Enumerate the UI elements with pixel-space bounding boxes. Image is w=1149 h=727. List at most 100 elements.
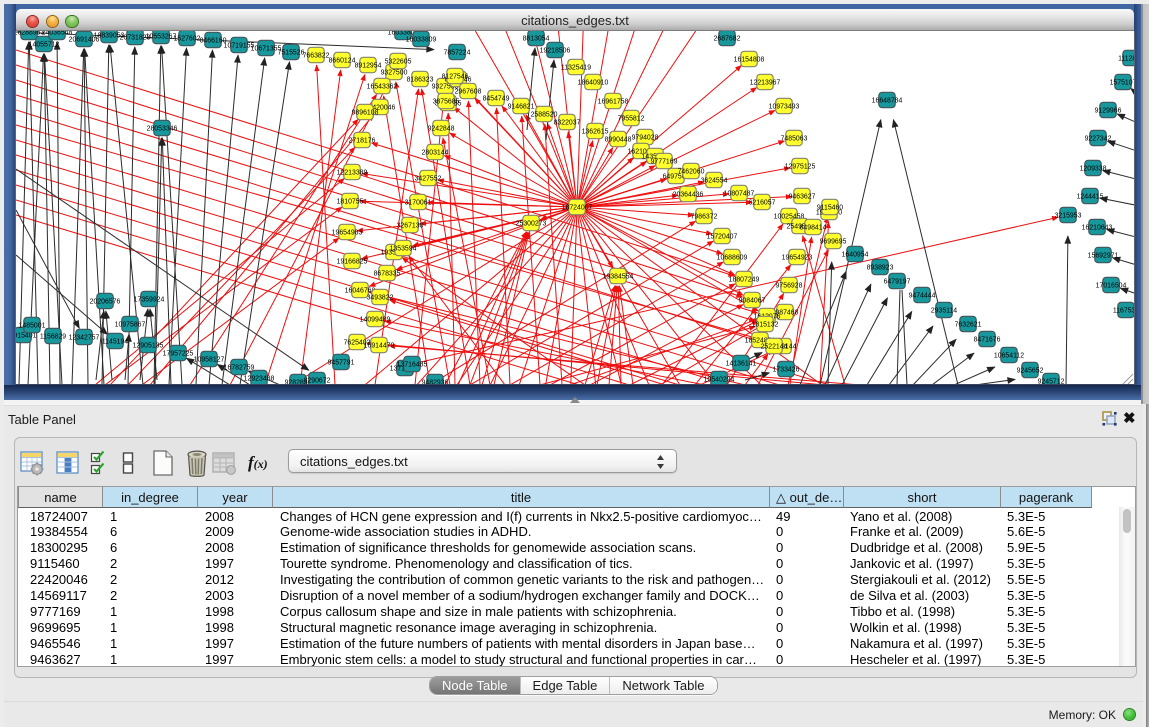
svg-text:17016504: 17016504 [1096, 283, 1127, 290]
svg-text:8938923: 8938923 [867, 265, 894, 272]
svg-text:10540294: 10540294 [704, 377, 735, 384]
svg-text:9463627: 9463627 [789, 194, 816, 201]
svg-text:1244415: 1244415 [1077, 194, 1104, 201]
svg-text:18640910: 18640910 [578, 80, 609, 87]
svg-text:1575107: 1575107 [1110, 80, 1134, 87]
svg-text:6479197: 6479197 [884, 279, 911, 286]
svg-text:7462060: 7462060 [678, 169, 705, 176]
svg-text:8471676: 8471676 [974, 337, 1001, 344]
svg-text:18807249: 18807249 [729, 277, 760, 284]
svg-text:10807487: 10807487 [724, 191, 755, 198]
svg-text:1167535: 1167535 [1113, 308, 1134, 315]
svg-text:9699695: 9699695 [820, 239, 847, 246]
svg-text:10553267: 10553267 [146, 34, 177, 41]
svg-text:16782759: 16782759 [224, 365, 255, 372]
svg-text:15720407: 15720407 [707, 234, 738, 241]
svg-text:11325419: 11325419 [561, 65, 591, 72]
svg-text:2967608: 2967608 [455, 89, 482, 96]
svg-text:9245652: 9245652 [1017, 368, 1044, 375]
svg-text:7986372: 7986372 [691, 214, 718, 221]
svg-text:2522144: 2522144 [761, 344, 788, 351]
svg-text:1815132: 1815132 [752, 322, 779, 329]
svg-text:12213389: 12213389 [337, 170, 368, 177]
svg-text:8290672: 8290672 [304, 378, 331, 385]
svg-text:8912954: 8912954 [355, 63, 382, 70]
svg-text:3427552: 3427552 [415, 176, 442, 183]
svg-text:9777169: 9777169 [651, 159, 678, 166]
svg-text:3624554: 3624554 [701, 178, 728, 185]
svg-text:19218506: 19218506 [540, 48, 571, 55]
svg-text:19654983: 19654983 [332, 230, 363, 237]
svg-text:8498414: 8498414 [800, 225, 827, 232]
svg-text:9146821: 9146821 [508, 104, 535, 111]
svg-text:16288963: 16288963 [16, 31, 44, 37]
svg-text:7485063: 7485063 [781, 136, 808, 143]
svg-text:17957225: 17957225 [163, 351, 194, 358]
svg-text:12923488: 12923488 [244, 376, 275, 383]
svg-text:25300273: 25300273 [516, 221, 547, 228]
svg-text:3215953: 3215953 [1055, 213, 1082, 220]
svg-text:7632621: 7632621 [955, 322, 982, 329]
svg-text:8466160: 8466160 [200, 38, 227, 45]
svg-text:16210643: 16210643 [1082, 225, 1113, 232]
svg-text:10975867: 10975867 [115, 322, 146, 329]
svg-text:3915401: 3915401 [16, 333, 37, 340]
svg-text:2803144: 2803144 [422, 150, 449, 157]
svg-text:1733426: 1733426 [773, 367, 800, 374]
svg-text:9115460: 9115460 [817, 205, 843, 212]
svg-text:15692971: 15692971 [1088, 253, 1119, 260]
svg-text:3267130: 3267130 [397, 223, 424, 230]
svg-text:16543362: 16543362 [367, 84, 398, 91]
svg-text:16046768: 16046768 [345, 288, 376, 295]
svg-text:2687682: 2687682 [714, 36, 741, 43]
svg-text:16154808: 16154808 [734, 57, 765, 64]
svg-text:12905135: 12905135 [133, 343, 164, 350]
svg-text:1362615: 1362615 [582, 129, 609, 136]
svg-text:7955812: 7955812 [618, 116, 645, 123]
svg-text:14099489: 14099489 [360, 317, 391, 324]
svg-text:2588520: 2588520 [531, 112, 558, 119]
svg-text:8660124: 8660124 [329, 58, 356, 65]
svg-text:1209338: 1209338 [1080, 166, 1107, 173]
svg-text:9327500: 9327500 [381, 70, 408, 77]
svg-text:1527602: 1527602 [174, 36, 201, 43]
svg-text:2935114: 2935114 [931, 308, 957, 315]
svg-text:14136141: 14136141 [726, 361, 757, 368]
svg-text:3170061: 3170061 [405, 200, 432, 207]
svg-text:18724007: 18724007 [562, 205, 593, 212]
svg-text:3493822: 3493822 [367, 295, 394, 302]
svg-text:1353594: 1353594 [390, 246, 417, 253]
svg-text:7857224: 7857224 [444, 50, 471, 57]
svg-text:20206576: 20206576 [90, 299, 121, 306]
svg-text:8454749: 8454749 [483, 96, 510, 103]
svg-text:12975125: 12975125 [785, 164, 816, 171]
svg-text:17359924: 17359924 [134, 297, 165, 304]
svg-text:9482936: 9482936 [422, 380, 449, 385]
svg-text:1640954: 1640954 [842, 252, 869, 259]
svg-text:28053346: 28053346 [147, 126, 178, 133]
svg-text:5322605: 5322605 [385, 59, 412, 66]
svg-text:9896108: 9896108 [352, 110, 379, 117]
svg-text:10688609: 10688609 [717, 255, 748, 262]
svg-text:13716485: 13716485 [397, 362, 428, 369]
svg-text:9129966: 9129966 [1095, 108, 1122, 115]
svg-text:3875685: 3875685 [433, 99, 460, 106]
svg-text:1485001: 1485001 [19, 323, 46, 330]
svg-text:10973493: 10973493 [769, 104, 800, 111]
svg-text:8990448: 8990448 [605, 137, 632, 144]
svg-text:19654923: 19654923 [782, 255, 813, 262]
svg-text:7515526: 7515526 [278, 50, 305, 57]
svg-text:8127546: 8127546 [442, 74, 469, 81]
svg-text:10654112: 10654112 [994, 353, 1024, 360]
svg-text:16648784: 16648784 [872, 98, 903, 105]
svg-text:20364436: 20364436 [673, 192, 704, 199]
svg-text:7663822: 7663822 [303, 53, 330, 60]
svg-text:8186323: 8186323 [407, 77, 434, 84]
svg-text:16033809: 16033809 [406, 37, 437, 44]
svg-text:9242848: 9242848 [428, 126, 455, 133]
svg-text:9227342: 9227342 [1085, 136, 1112, 143]
svg-text:16961758: 16961758 [598, 99, 629, 106]
svg-text:8322037: 8322037 [554, 120, 581, 127]
svg-text:1810755: 1810755 [337, 199, 364, 206]
svg-text:9756928: 9756928 [776, 283, 803, 290]
